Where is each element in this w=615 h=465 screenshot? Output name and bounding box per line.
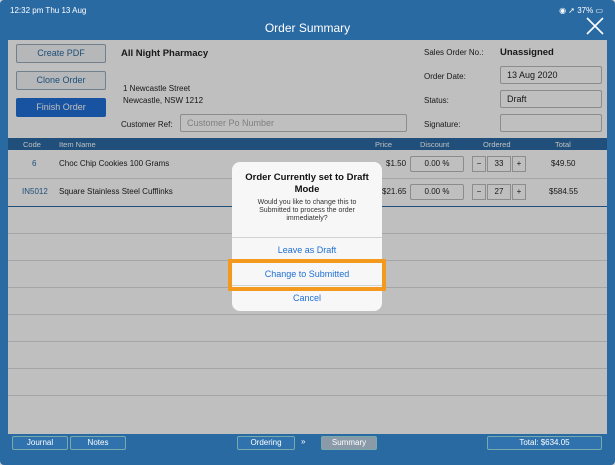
summary-tab[interactable]: Summary [321, 436, 377, 450]
total-display: Total: $634.05 [487, 436, 602, 450]
cancel-button[interactable]: Cancel [232, 288, 382, 308]
status-bar: 12:32 pm Thu 13 Aug ◉ ➚ 37% ▭ [6, 4, 609, 18]
dialog-divider [232, 237, 382, 238]
close-icon[interactable] [585, 16, 605, 36]
dialog-message: Would you like to change this to Submitt… [257, 199, 357, 222]
leave-as-draft-button[interactable]: Leave as Draft [232, 240, 382, 260]
nav-arrow-icon: » [301, 437, 306, 446]
status-indicators: ◉ ➚ 37% ▭ [559, 6, 603, 15]
ordering-tab[interactable]: Ordering [237, 436, 295, 450]
dialog-title: Order Currently set to Draft Mode [245, 172, 369, 195]
status-time: 12:32 pm Thu 13 Aug [10, 6, 87, 15]
journal-tab[interactable]: Journal [12, 436, 68, 450]
page-title: Order Summary [264, 21, 351, 35]
highlight-box [228, 259, 386, 291]
bottom-bar: Journal Notes Ordering » Summary Total: … [8, 434, 607, 452]
notes-tab[interactable]: Notes [70, 436, 126, 450]
